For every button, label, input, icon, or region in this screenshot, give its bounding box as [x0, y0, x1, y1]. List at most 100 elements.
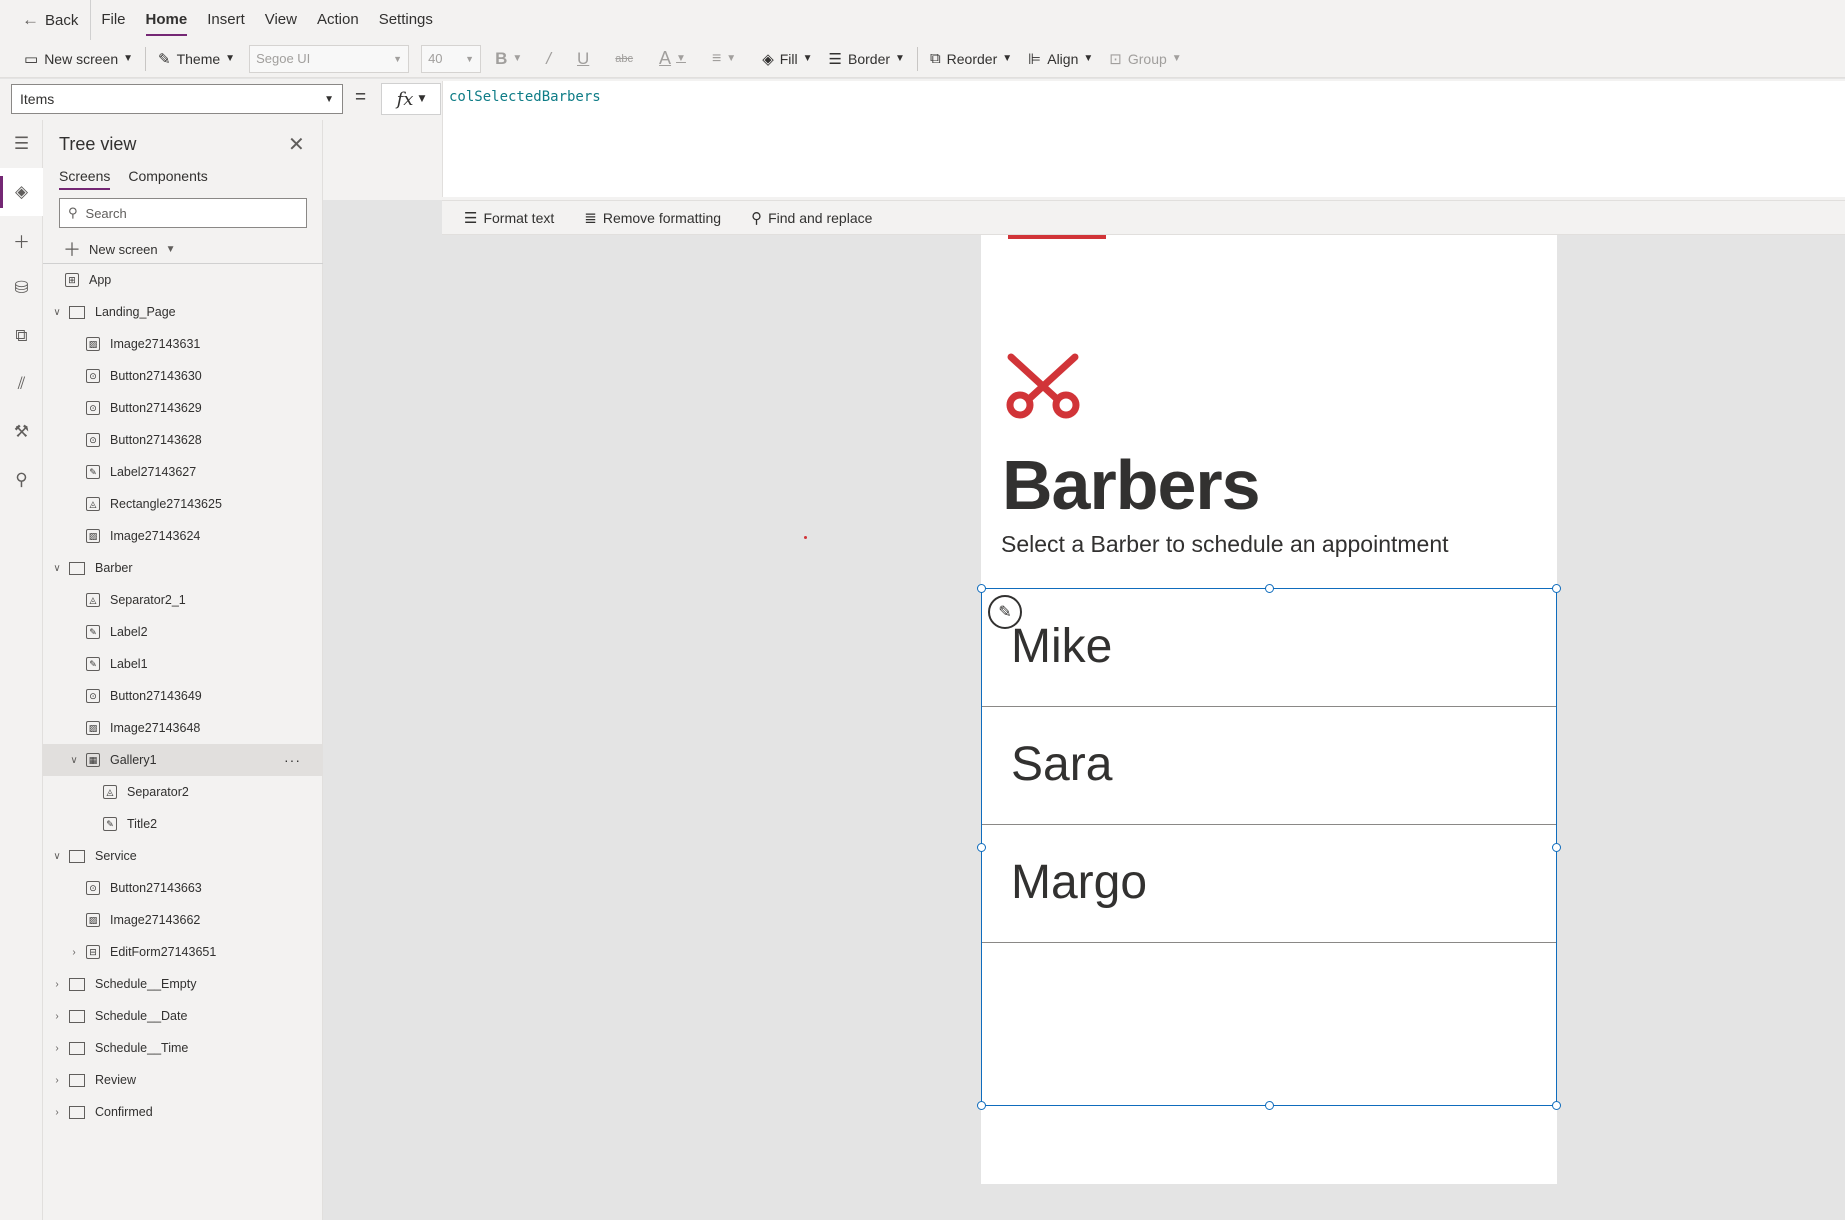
chevron-down-icon[interactable]: ∨	[51, 307, 63, 318]
tree-node-label: Confirmed	[95, 1105, 153, 1119]
back-button[interactable]: ← Back	[0, 0, 92, 40]
gallery-item[interactable]: Sara	[982, 707, 1556, 825]
tree-node-shape[interactable]: ◬ Rectangle27143625	[43, 488, 323, 520]
search-icon[interactable]: ⚲	[0, 456, 43, 504]
theme-button[interactable]: ✎ Theme ▼	[150, 44, 243, 74]
italic-button[interactable]: /	[538, 44, 559, 74]
formula-input[interactable]: colSelectedBarbers	[442, 81, 1845, 197]
chevron-down-icon: ▼	[802, 53, 813, 64]
menu-view[interactable]: View	[255, 0, 307, 40]
tree-node-button[interactable]: ⊙ Button27143649	[43, 680, 323, 712]
resize-handle-right[interactable]	[1552, 843, 1561, 852]
reorder-button[interactable]: ⧉ Reorder ▼	[922, 44, 1020, 74]
chevron-right-icon[interactable]: ›	[51, 1043, 63, 1054]
font-color-button[interactable]: A ▼	[651, 44, 694, 74]
tree-node-screen[interactable]: › Schedule__Time	[43, 1032, 323, 1064]
remove-formatting-icon: ≣	[584, 209, 597, 227]
menu-insert[interactable]: Insert	[197, 0, 255, 40]
gallery-item[interactable]: Margo	[982, 825, 1556, 943]
resize-handle-left[interactable]	[977, 843, 986, 852]
menu-settings[interactable]: Settings	[369, 0, 443, 40]
more-options-icon[interactable]: ···	[284, 752, 301, 768]
chevron-down-icon[interactable]: ∨	[51, 851, 63, 862]
tree-node-image[interactable]: ▨ Image27143631	[43, 328, 323, 360]
tree-node-button[interactable]: ⊙ Button27143630	[43, 360, 323, 392]
tree-node-screen[interactable]: ∨ Landing_Page	[43, 296, 323, 328]
tree-node-label[interactable]: ✎ Label27143627	[43, 456, 323, 488]
tree-node-image[interactable]: ▨ Image27143624	[43, 520, 323, 552]
resize-handle-bottom-right[interactable]	[1552, 1101, 1561, 1110]
scissors-icon[interactable]	[1005, 353, 1081, 424]
resize-handle-bottom[interactable]	[1265, 1101, 1274, 1110]
resize-handle-top-left[interactable]	[977, 584, 986, 593]
resize-handle-top-right[interactable]	[1552, 584, 1561, 593]
chevron-right-icon[interactable]: ›	[51, 979, 63, 990]
font-size-select[interactable]: 40 ▼	[421, 44, 482, 73]
function-button[interactable]: fx ▼	[381, 83, 441, 115]
formula-format-bar: ☰ Format text ≣ Remove formatting ⚲ Find…	[442, 200, 1845, 235]
tree-node-label[interactable]: ✎ Label1	[43, 648, 323, 680]
tree-node-button[interactable]: ⊙ Button27143629	[43, 392, 323, 424]
text-align-button[interactable]: ≡ ▼	[704, 44, 744, 74]
tree-node-label: Schedule__Date	[95, 1009, 188, 1023]
tree-node-shape[interactable]: ◬ Separator2	[43, 776, 323, 808]
menu-action[interactable]: Action	[307, 0, 369, 40]
tree-node-gallery[interactable]: ∨ ▦ Gallery1 ···	[43, 744, 323, 776]
strikethrough-button[interactable]: abc	[607, 44, 641, 74]
new-screen-button[interactable]: ▭ New screen ▼	[16, 44, 141, 74]
resize-handle-bottom-left[interactable]	[977, 1101, 986, 1110]
align-button[interactable]: ⊫ Align ▼	[1020, 44, 1101, 74]
chevron-down-icon: ▼	[726, 53, 737, 64]
menu-home[interactable]: Home	[136, 0, 198, 40]
data-icon[interactable]: ⛁	[0, 264, 43, 312]
resize-handle-top[interactable]	[1265, 584, 1274, 593]
bold-button[interactable]: B ▼	[487, 44, 530, 74]
tab-components[interactable]: Components	[128, 168, 207, 190]
tree-node-screen[interactable]: › Confirmed	[43, 1096, 323, 1128]
gallery1[interactable]: ✎ Mike Sara Margo	[977, 584, 1561, 1110]
chevron-right-icon[interactable]: ›	[51, 1075, 63, 1086]
tree-node-form[interactable]: › ⊟ EditForm27143651	[43, 936, 323, 968]
chevron-right-icon[interactable]: ›	[51, 1011, 63, 1022]
menu-file[interactable]: File	[91, 0, 135, 40]
chevron-down-icon[interactable]: ∨	[51, 563, 63, 574]
media-icon[interactable]: ⧉	[0, 312, 43, 360]
tree-node-button[interactable]: ⊙ Button27143628	[43, 424, 323, 456]
pencil-icon[interactable]: ✎	[988, 595, 1022, 629]
tree-node-screen[interactable]: › Review	[43, 1064, 323, 1096]
tree-node-app[interactable]: ⊞ App	[43, 264, 323, 296]
chevron-down-icon[interactable]: ∨	[68, 755, 80, 766]
tree-search-input[interactable]: ⚲ Search	[59, 198, 307, 228]
fill-button[interactable]: ◈ Fill ▼	[754, 44, 820, 74]
find-replace-button[interactable]: ⚲ Find and replace	[743, 203, 880, 233]
tree-node-button[interactable]: ⊙ Button27143663	[43, 872, 323, 904]
chevron-right-icon[interactable]: ›	[51, 1107, 63, 1118]
tree-node-label[interactable]: ✎ Title2	[43, 808, 323, 840]
property-select[interactable]: Items ▼	[11, 84, 343, 114]
gallery-item[interactable]: Mike	[982, 589, 1556, 707]
tree-node-image[interactable]: ▨ Image27143648	[43, 712, 323, 744]
remove-formatting-button[interactable]: ≣ Remove formatting	[576, 203, 729, 233]
font-family-select[interactable]: Segoe UI ▼	[249, 44, 410, 73]
tree-node-shape[interactable]: ◬ Separator2_1	[43, 584, 323, 616]
tree-new-screen-button[interactable]: ＋ New screen ▼	[63, 236, 176, 262]
insert-plus-icon[interactable]: ＋	[0, 216, 43, 264]
canvas-dot	[804, 536, 807, 539]
format-text-button[interactable]: ☰ Format text	[456, 203, 562, 233]
tree-node-screen[interactable]: › Schedule__Empty	[43, 968, 323, 1000]
tree-node-screen[interactable]: ∨ Service	[43, 840, 323, 872]
tree-view-icon[interactable]: ◈	[0, 168, 43, 216]
hamburger-menu-icon[interactable]: ☰	[0, 120, 43, 168]
chevron-right-icon[interactable]: ›	[68, 947, 80, 958]
power-automate-icon[interactable]: ⫽	[0, 360, 43, 408]
tab-screens[interactable]: Screens	[59, 168, 111, 190]
tree-node-label[interactable]: ✎ Label2	[43, 616, 323, 648]
tree-node-screen[interactable]: ∨ Barber	[43, 552, 323, 584]
underline-button[interactable]: U	[569, 44, 597, 74]
advanced-tools-icon[interactable]: ⚒	[0, 408, 43, 456]
tree-node-image[interactable]: ▨ Image27143662	[43, 904, 323, 936]
border-button[interactable]: ☰ Border ▼	[821, 44, 913, 74]
close-icon[interactable]: ✕	[288, 132, 305, 157]
tree-node-screen[interactable]: › Schedule__Date	[43, 1000, 323, 1032]
group-button[interactable]: ⊡ Group ▼	[1101, 44, 1189, 74]
